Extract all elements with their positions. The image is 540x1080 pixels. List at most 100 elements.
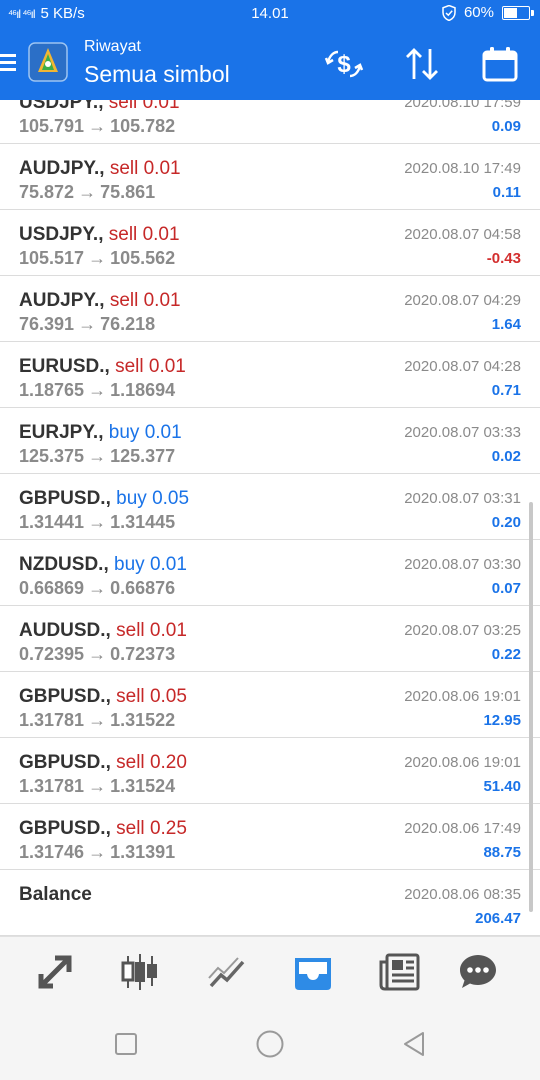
- trade-time: 2020.08.07 04:29: [404, 292, 521, 309]
- screen-title[interactable]: Semua simbol: [84, 61, 230, 88]
- trade-title: GBPUSD., sell 0.25: [19, 818, 187, 840]
- trade-profit: -0.43: [486, 250, 521, 267]
- trade-row[interactable]: USDJPY., sell 0.01 105.791 → 105.782 2020.08…: [0, 100, 540, 144]
- nav-news[interactable]: [372, 949, 428, 995]
- calendar-button[interactable]: [478, 42, 522, 86]
- quotes-arrows-icon: [38, 955, 72, 989]
- menu-line: [0, 54, 16, 57]
- scrollbar[interactable]: [529, 502, 533, 912]
- trade-time: 2020.08.07 03:31: [404, 490, 521, 507]
- battery-icon: [502, 5, 534, 20]
- open-price: 1.31441: [19, 512, 85, 532]
- trade-symbol: GBPUSD.,: [19, 752, 111, 773]
- trade-volume: 0.01: [143, 158, 181, 179]
- trade-row[interactable]: EURUSD., sell 0.01 1.18765 → 1.18694 2020.08…: [0, 342, 540, 408]
- close-price: 0.72373: [110, 644, 176, 664]
- arrow-right-icon: →: [88, 710, 107, 730]
- close-price: 0.66876: [110, 578, 176, 598]
- trade-symbol: GBPUSD.,: [19, 686, 111, 707]
- trade-row[interactable]: EURJPY., buy 0.01 125.375 → 125.377 2020.08.…: [0, 408, 540, 474]
- shield-icon: [442, 4, 456, 21]
- trade-symbol: EURUSD.,: [19, 356, 110, 377]
- nav-history[interactable]: [285, 949, 341, 995]
- trade-profit: 0.07: [491, 580, 521, 597]
- trade-direction: buy: [108, 422, 140, 443]
- trade-row[interactable]: NZDUSD., buy 0.01 0.66869 → 0.66876 2020.08.…: [0, 540, 540, 606]
- arrow-right-icon: →: [78, 182, 97, 202]
- balance-time: 2020.08.06 08:35: [404, 886, 521, 903]
- trade-prices: 75.872 → 75.861: [19, 182, 155, 203]
- trade-prices: 105.517 → 105.562: [19, 248, 175, 269]
- nav-chart[interactable]: [112, 949, 168, 995]
- trade-time: 2020.08.07 04:58: [404, 226, 521, 243]
- trade-volume: 0.01: [144, 422, 182, 443]
- dollar-swap-button[interactable]: $: [322, 42, 366, 86]
- sort-arrows-icon: [406, 48, 438, 80]
- battery-percent: 60%: [463, 4, 494, 21]
- trade-title: USDJPY., sell 0.01: [19, 224, 180, 246]
- open-price: 125.375: [19, 446, 85, 466]
- trade-symbol: AUDJPY.,: [19, 158, 105, 179]
- trade-row[interactable]: GBPUSD., buy 0.05 1.31441 → 1.31445 2020.08.…: [0, 474, 540, 540]
- trade-prices: 105.791 → 105.782: [19, 116, 175, 137]
- menu-icon[interactable]: [0, 54, 16, 74]
- trade-prices: 1.31746 → 1.31391: [19, 842, 175, 863]
- trade-row[interactable]: AUDJPY., sell 0.01 75.872 → 75.861 2020.08.1…: [0, 144, 540, 210]
- open-price: 1.18765: [19, 380, 85, 400]
- open-price: 0.66869: [19, 578, 85, 598]
- trade-prices: 76.391 → 76.218: [19, 314, 155, 335]
- trade-title: NZDUSD., buy 0.01: [19, 554, 187, 576]
- recent-apps-button[interactable]: [110, 1028, 142, 1060]
- trade-prices: 0.66869 → 0.66876: [19, 578, 175, 599]
- trade-row[interactable]: AUDUSD., sell 0.01 0.72395 → 0.72373 2020.08…: [0, 606, 540, 672]
- app-logo-icon[interactable]: [28, 42, 68, 82]
- trade-direction: sell: [109, 158, 139, 179]
- nav-chat[interactable]: [450, 949, 506, 995]
- close-price: 1.31445: [110, 512, 176, 532]
- arrow-right-icon: →: [88, 248, 107, 268]
- nav-trade[interactable]: [199, 949, 255, 995]
- trade-direction: sell: [115, 356, 144, 377]
- open-price: 105.791: [19, 116, 85, 136]
- home-button[interactable]: [254, 1028, 286, 1060]
- trade-row[interactable]: GBPUSD., sell 0.20 1.31781 → 1.31524 2020.08…: [0, 738, 540, 804]
- back-button[interactable]: [398, 1028, 430, 1060]
- trade-time: 2020.08.06 17:49: [404, 820, 521, 837]
- svg-text:$: $: [337, 51, 351, 78]
- trade-title: EURUSD., sell 0.01: [19, 356, 186, 378]
- square-recent-icon: [115, 1033, 137, 1055]
- trade-profit: 12.95: [483, 712, 521, 729]
- trade-profit: 88.75: [483, 844, 521, 861]
- trade-row[interactable]: GBPUSD., sell 0.05 1.31781 → 1.31522 2020.08…: [0, 672, 540, 738]
- trade-symbol: NZDUSD.,: [19, 554, 109, 575]
- trade-row[interactable]: AUDJPY., sell 0.01 76.391 → 76.218 2020.08.0…: [0, 276, 540, 342]
- trade-symbol: USDJPY.,: [19, 224, 104, 245]
- trade-time: 2020.08.10 17:59: [404, 100, 521, 111]
- trade-prices: 1.31781 → 1.31522: [19, 710, 175, 731]
- trade-profit: 0.22: [491, 646, 521, 663]
- nav-quotes[interactable]: [27, 949, 83, 995]
- trade-time: 2020.08.07 03:30: [404, 556, 521, 573]
- trade-profit: 0.20: [491, 514, 521, 531]
- arrow-right-icon: →: [88, 446, 107, 466]
- newspaper-icon: [379, 953, 420, 991]
- balance-row[interactable]: Balance 2020.08.06 08:35 206.47: [0, 870, 540, 936]
- trade-row[interactable]: USDJPY., sell 0.01 105.517 → 105.562 2020.08…: [0, 210, 540, 276]
- trade-volume: 0.01: [142, 224, 180, 245]
- sort-button[interactable]: [400, 42, 444, 86]
- trade-direction: sell: [116, 752, 145, 773]
- arrow-right-icon: →: [88, 116, 107, 136]
- trade-volume: 0.01: [149, 554, 187, 575]
- trade-title: AUDJPY., sell 0.01: [19, 158, 181, 180]
- status-bar: ⁴⁶ıl ⁴⁶ıl 5 KB/s 14.01 60%: [0, 0, 540, 28]
- trade-row[interactable]: GBPUSD., sell 0.25 1.31746 → 1.31391 2020.08…: [0, 804, 540, 870]
- bottom-navigation: [0, 936, 540, 1009]
- trade-title: EURJPY., buy 0.01: [19, 422, 182, 444]
- trade-prices: 0.72395 → 0.72373: [19, 644, 175, 665]
- triangle-back-icon: [404, 1032, 424, 1056]
- trade-time: 2020.08.10 17:49: [404, 160, 521, 177]
- trade-volume: 0.05: [152, 488, 190, 509]
- trade-title: GBPUSD., sell 0.05: [19, 686, 187, 708]
- trade-history-list[interactable]: USDJPY., sell 0.01 105.791 → 105.782 2020.08…: [0, 100, 540, 936]
- battery-fill: [504, 7, 518, 18]
